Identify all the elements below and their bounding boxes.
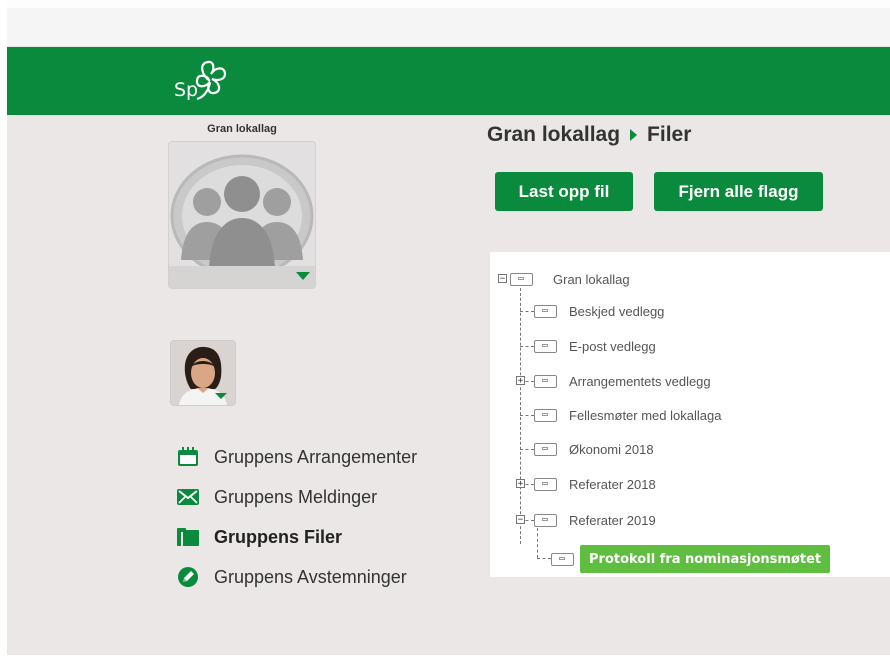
tree-node[interactable]: Økonomi 2018	[534, 438, 654, 460]
menu-item-meldinger[interactable]: Gruppens Meldinger	[177, 477, 417, 517]
tree-connector	[520, 346, 534, 347]
folder-icon	[551, 552, 574, 566]
tree-connector	[520, 415, 534, 416]
sp-logo[interactable]: Sp	[170, 53, 250, 109]
tree-node-label: Beskjed vedlegg	[569, 303, 665, 319]
breadcrumb-current: Filer	[647, 123, 692, 146]
drag-item-label[interactable]: Protokoll fra nominasjonsmøtet	[580, 545, 831, 573]
expand-toggle-icon[interactable]: +	[516, 376, 525, 386]
folder-icon	[534, 304, 557, 318]
tree-connector	[520, 311, 534, 312]
tree-node[interactable]: Fellesmøter med lokallaga	[534, 404, 721, 426]
folder-icon	[534, 477, 557, 491]
pencil-icon	[177, 566, 199, 588]
tree-node[interactable]: Arrangementets vedlegg	[534, 370, 711, 392]
menu-item-label: Gruppens Meldinger	[214, 486, 378, 507]
breadcrumb-root[interactable]: Gran lokallag	[487, 123, 620, 147]
menu-item-label: Gruppens Arrangementer	[214, 446, 418, 467]
menu-item-label: Gruppens Avstemninger	[214, 566, 407, 587]
tree-connector	[537, 558, 551, 559]
menu-item-filer[interactable]: Gruppens Filer	[177, 517, 417, 557]
avatar-dropdown-icon[interactable]	[296, 272, 310, 280]
expand-toggle-icon[interactable]: +	[516, 479, 525, 489]
tree-connector	[520, 449, 534, 450]
browser-top-bar	[7, 0, 890, 47]
folder-icon	[534, 374, 557, 388]
group-menu: Gruppens Arrangementer Gruppens Meldinge…	[177, 437, 417, 597]
breadcrumb: Gran lokallag Filer	[487, 123, 691, 147]
tree-connector	[520, 288, 521, 544]
upload-file-button[interactable]: Last opp fil	[495, 172, 633, 211]
tree-node-label: E-post vedlegg	[569, 338, 656, 354]
tree-node[interactable]: Beskjed vedlegg	[534, 300, 664, 322]
user-avatar[interactable]	[170, 340, 236, 406]
tree-node-label: Økonomi 2018	[569, 441, 654, 457]
tree-node[interactable]: Referater 2019	[534, 509, 656, 531]
breadcrumb-arrow-icon	[630, 129, 638, 141]
tree-node-label: Referater 2018	[569, 476, 656, 492]
tree-node-label: Arrangementets vedlegg	[569, 373, 711, 389]
group-name: Gran lokallag	[207, 123, 277, 135]
menu-item-avstemninger[interactable]: Gruppens Avstemninger	[177, 557, 417, 597]
user-photo	[171, 341, 235, 405]
tree-node-label: Referater 2019	[569, 512, 656, 528]
menu-item-arrangementer[interactable]: Gruppens Arrangementer	[177, 437, 417, 477]
menu-item-label: Gruppens Filer	[214, 526, 343, 547]
remove-flags-button[interactable]: Fjern alle flagg	[654, 172, 823, 211]
file-tree-panel: − Gran lokallag Beskjed vedlegg E-post v…	[490, 252, 890, 577]
folder-icon	[177, 526, 199, 548]
tree-node-root[interactable]: Gran lokallag	[510, 268, 630, 290]
tree-node-dragging[interactable]	[551, 548, 574, 570]
tree-node-label: Fellesmøter med lokallaga	[569, 407, 722, 423]
tree-node[interactable]: E-post vedlegg	[534, 335, 656, 357]
tree-connector	[537, 528, 538, 558]
folder-icon	[534, 513, 557, 527]
page-content: Gran lokallag Gruppens Arrangementer Gru…	[7, 115, 890, 655]
folder-icon	[534, 442, 557, 456]
tree-node-label: Gran lokallag	[553, 271, 630, 287]
collapse-toggle-icon[interactable]: −	[498, 274, 507, 284]
site-header: Sp	[7, 47, 890, 115]
logo-text: Sp	[174, 79, 199, 101]
tree-node[interactable]: Referater 2018	[534, 473, 656, 495]
folder-icon	[534, 339, 557, 353]
group-avatar[interactable]	[168, 141, 316, 289]
avatar-footer	[169, 266, 315, 288]
collapse-toggle-icon[interactable]: −	[516, 515, 525, 525]
envelope-icon	[177, 486, 199, 508]
calendar-icon	[177, 446, 199, 468]
folder-icon	[534, 408, 557, 422]
folder-icon	[510, 272, 533, 286]
